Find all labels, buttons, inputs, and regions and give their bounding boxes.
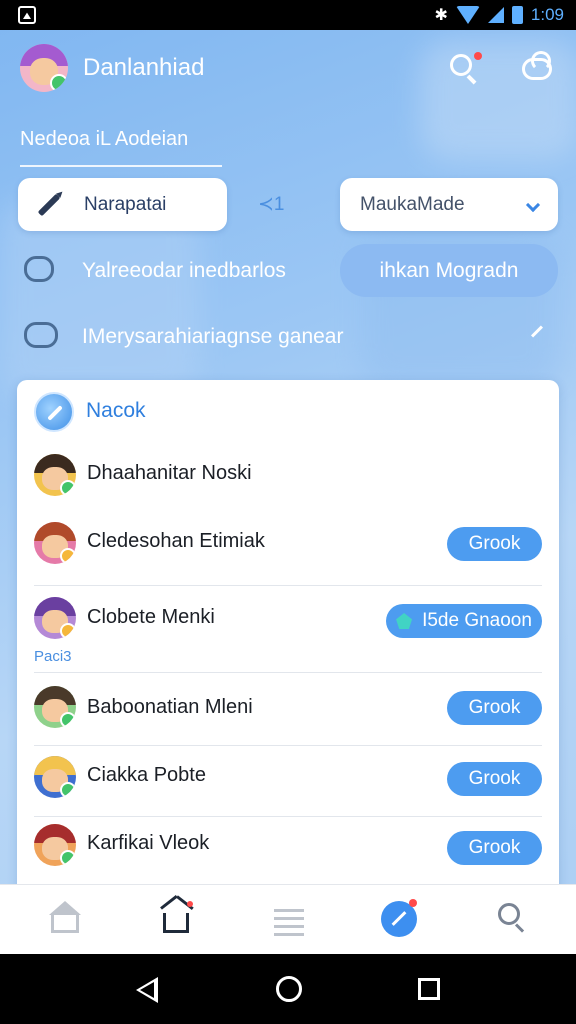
avatar bbox=[34, 686, 76, 728]
home-circle-icon[interactable] bbox=[276, 976, 302, 1002]
divider bbox=[34, 672, 542, 673]
special-follow-button[interactable]: I5de Gnaoon bbox=[386, 604, 542, 638]
gem-icon bbox=[396, 613, 413, 629]
chat-bubble-icon bbox=[24, 256, 54, 282]
edit-label: Narapatai bbox=[84, 193, 167, 215]
wifi-icon bbox=[455, 6, 480, 24]
chevron-down-icon bbox=[525, 197, 541, 212]
share-count[interactable]: ≺1 bbox=[258, 193, 285, 216]
avatar bbox=[34, 824, 76, 866]
battery-icon bbox=[511, 6, 523, 24]
person-name: Baboonatian Mleni bbox=[87, 696, 253, 718]
gallery-notification-icon bbox=[18, 6, 36, 24]
back-icon[interactable] bbox=[136, 977, 158, 1003]
person-name: Clobete Menki bbox=[87, 606, 215, 628]
primary-action-button[interactable]: ihkan Mogradn bbox=[340, 244, 558, 297]
row1-text: Yalreeodar inedbarlos bbox=[82, 259, 286, 282]
share-count-value: 1 bbox=[273, 194, 285, 215]
cloud-icon[interactable] bbox=[522, 51, 556, 86]
person-name: Ciakka Pobte bbox=[87, 764, 206, 786]
category-dropdown[interactable]: MaukaMade bbox=[340, 178, 558, 231]
card-title: Nacok bbox=[86, 399, 146, 422]
share-icon: ≺ bbox=[258, 194, 274, 215]
app-header: Danlanhiad bbox=[0, 30, 576, 110]
dropdown-value: MaukaMade bbox=[360, 193, 465, 215]
search-icon[interactable] bbox=[494, 899, 534, 939]
lock-chat-icon bbox=[24, 322, 58, 348]
person-name: Karfikai Vleok bbox=[87, 832, 210, 854]
app-screen: ✱ 1:09 Danlanhiad Nedeoa iL Aodeian Nara… bbox=[0, 0, 576, 1024]
compose-icon[interactable] bbox=[379, 899, 419, 939]
person-tag: Paci3 bbox=[34, 648, 72, 665]
edit-button[interactable]: Narapatai bbox=[18, 178, 227, 231]
online-badge-icon bbox=[49, 73, 68, 92]
avatar bbox=[34, 522, 76, 564]
compose-icon bbox=[34, 392, 74, 432]
subtitle-underline bbox=[20, 165, 222, 167]
system-nav-bar bbox=[0, 954, 576, 1024]
notification-dot bbox=[187, 901, 193, 907]
avatar bbox=[34, 756, 76, 798]
row2-text[interactable]: IMerysarahiariagnse ganear bbox=[82, 325, 343, 349]
app-title: Danlanhiad bbox=[83, 54, 205, 81]
divider bbox=[34, 745, 542, 746]
bluetooth-icon: ✱ bbox=[434, 7, 448, 24]
person-name: Dhaahanitar Noski bbox=[87, 462, 252, 484]
follow-button[interactable]: Grook bbox=[447, 527, 542, 561]
status-time: 1:09 bbox=[530, 5, 564, 24]
divider bbox=[34, 585, 542, 586]
signal-icon bbox=[487, 7, 504, 23]
page-subtitle[interactable]: Nedeoa iL Aodeian bbox=[20, 128, 188, 151]
list-icon[interactable] bbox=[268, 899, 308, 939]
notification-dot bbox=[409, 899, 417, 907]
search-icon[interactable] bbox=[448, 52, 482, 86]
follow-button[interactable]: Grook bbox=[447, 831, 542, 865]
person-name: Cledesohan Etimiak bbox=[87, 530, 265, 552]
home-icon[interactable] bbox=[157, 899, 197, 939]
avatar bbox=[34, 454, 76, 496]
follow-button[interactable]: Grook bbox=[447, 762, 542, 796]
avatar bbox=[34, 597, 76, 639]
bottom-nav bbox=[0, 884, 576, 954]
people-card: Nacok Dhaahanitar Noski Cledesohan Etimi… bbox=[17, 380, 559, 900]
follow-button[interactable]: Grook bbox=[447, 691, 542, 725]
divider bbox=[34, 816, 542, 817]
status-bar: ✱ 1:09 bbox=[0, 0, 576, 30]
pencil-icon bbox=[37, 193, 61, 216]
profile-avatar[interactable] bbox=[20, 44, 68, 92]
recent-apps-icon[interactable] bbox=[418, 978, 440, 1000]
home-outline-icon[interactable] bbox=[45, 899, 85, 939]
special-follow-label: I5de Gnaoon bbox=[422, 610, 532, 631]
notification-dot bbox=[474, 52, 482, 60]
